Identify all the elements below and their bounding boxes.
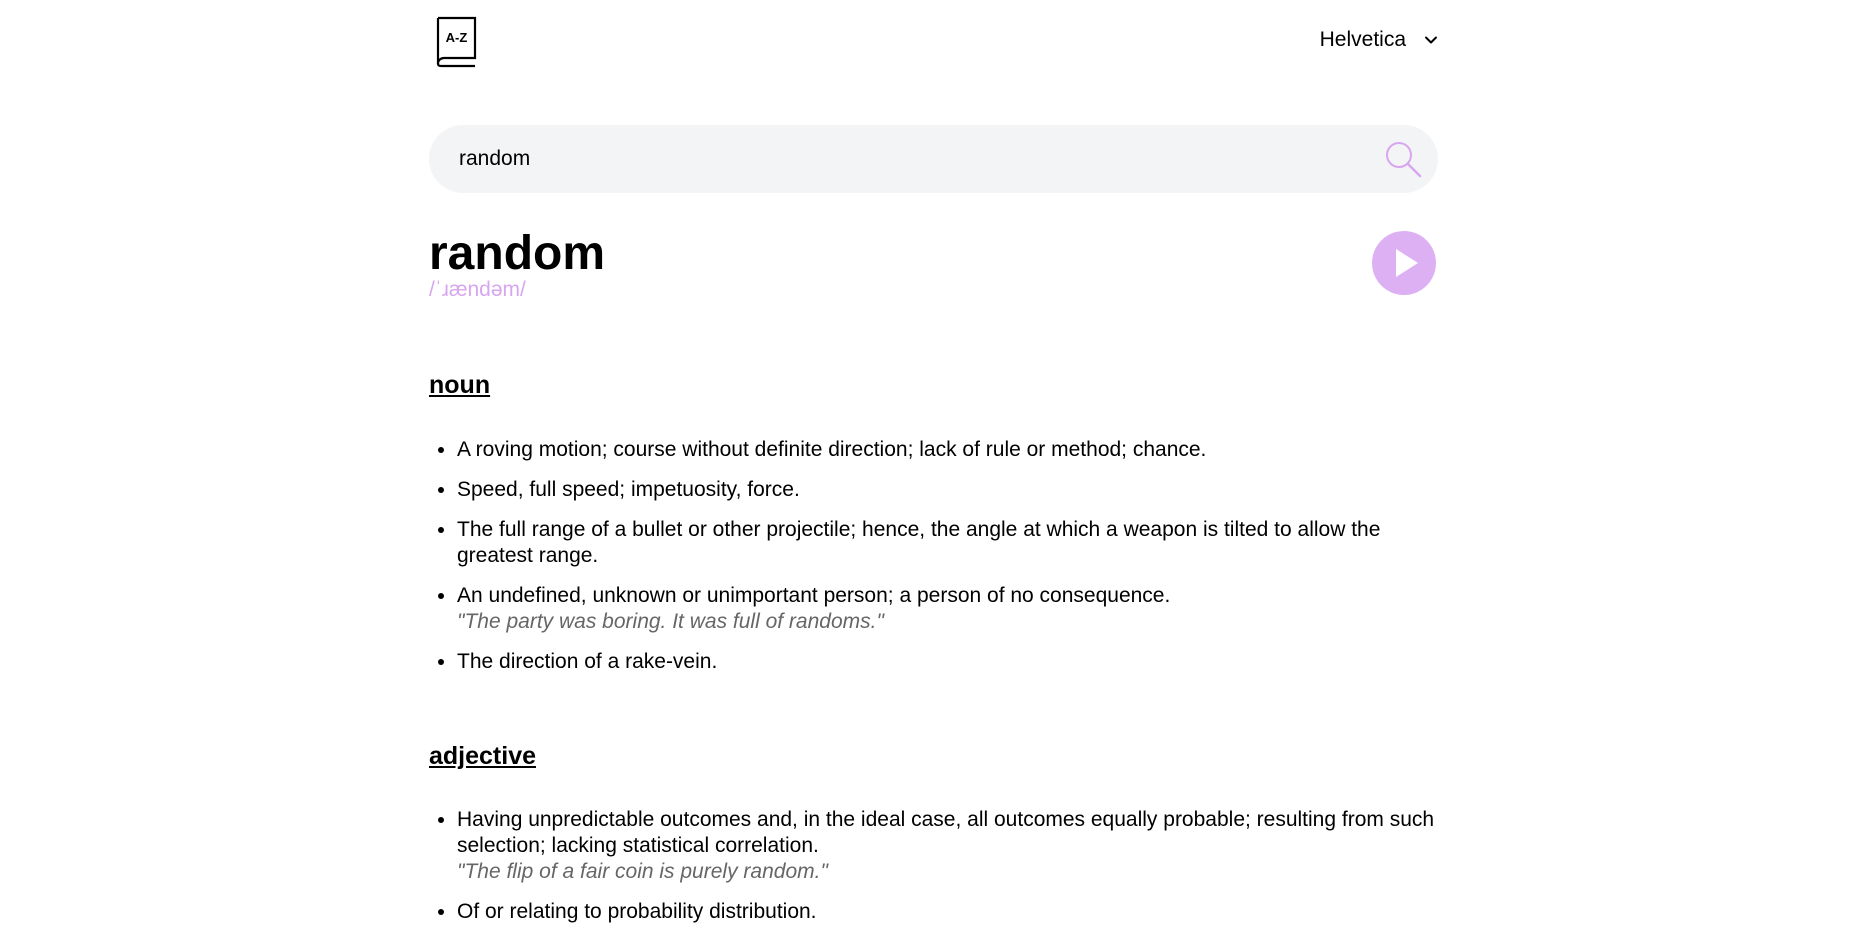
definition-text: The direction of a rake-vein. — [457, 650, 718, 673]
play-pronunciation-button[interactable] — [1372, 231, 1436, 295]
search-bar — [429, 125, 1438, 193]
definition-text: A roving motion; course without definite… — [457, 438, 1207, 461]
font-selector-label: Helvetica — [1319, 28, 1406, 51]
definition-example: "The party was boring. It was full of ra… — [457, 610, 884, 633]
search-input[interactable] — [457, 146, 1384, 172]
definition-text: An undefined, unknown or unimportant per… — [457, 584, 1171, 607]
definition-item: Having unpredictable outcomes and, in th… — [457, 807, 1438, 885]
part-of-speech-adjective: adjective — [429, 742, 537, 770]
part-of-speech-noun: noun — [429, 371, 491, 399]
definition-text: Speed, full speed; impetuosity, force. — [457, 478, 800, 501]
book-az-icon[interactable]: A-Z — [435, 16, 479, 68]
definition-list-adjective: Having unpredictable outcomes and, in th… — [429, 807, 1438, 939]
svg-text:A-Z: A-Z — [446, 30, 468, 45]
search-icon[interactable] — [1384, 140, 1422, 178]
definition-item: The full range of a bullet or other proj… — [457, 517, 1438, 569]
definition-text: Of or relating to probability distributi… — [457, 900, 817, 923]
definition-text: Having unpredictable outcomes and, in th… — [457, 808, 1435, 857]
font-selector[interactable]: Helvetica — [1320, 28, 1438, 52]
definition-item: An undefined, unknown or unimportant per… — [457, 583, 1438, 635]
play-icon — [1396, 249, 1418, 277]
phonetic-text: /ˈɹændəm/ — [429, 278, 526, 301]
definition-item: The direction of a rake-vein. — [457, 649, 1438, 675]
definition-list-noun: A roving motion; course without definite… — [429, 437, 1438, 689]
definition-item: Of or relating to probability distributi… — [457, 899, 1438, 925]
dictionary-app: A-Z Helvetica random /ˈɹændəm/ noun A ro… — [429, 0, 1438, 923]
definition-item: A roving motion; course without definite… — [457, 437, 1438, 463]
word-title: random — [429, 227, 606, 280]
definition-item: Speed, full speed; impetuosity, force. — [457, 477, 1438, 503]
definition-text: The full range of a bullet or other proj… — [457, 518, 1381, 567]
chevron-down-icon — [1425, 36, 1437, 44]
definition-example: "The flip of a fair coin is purely rando… — [457, 860, 828, 883]
header: A-Z Helvetica — [429, 0, 1438, 90]
